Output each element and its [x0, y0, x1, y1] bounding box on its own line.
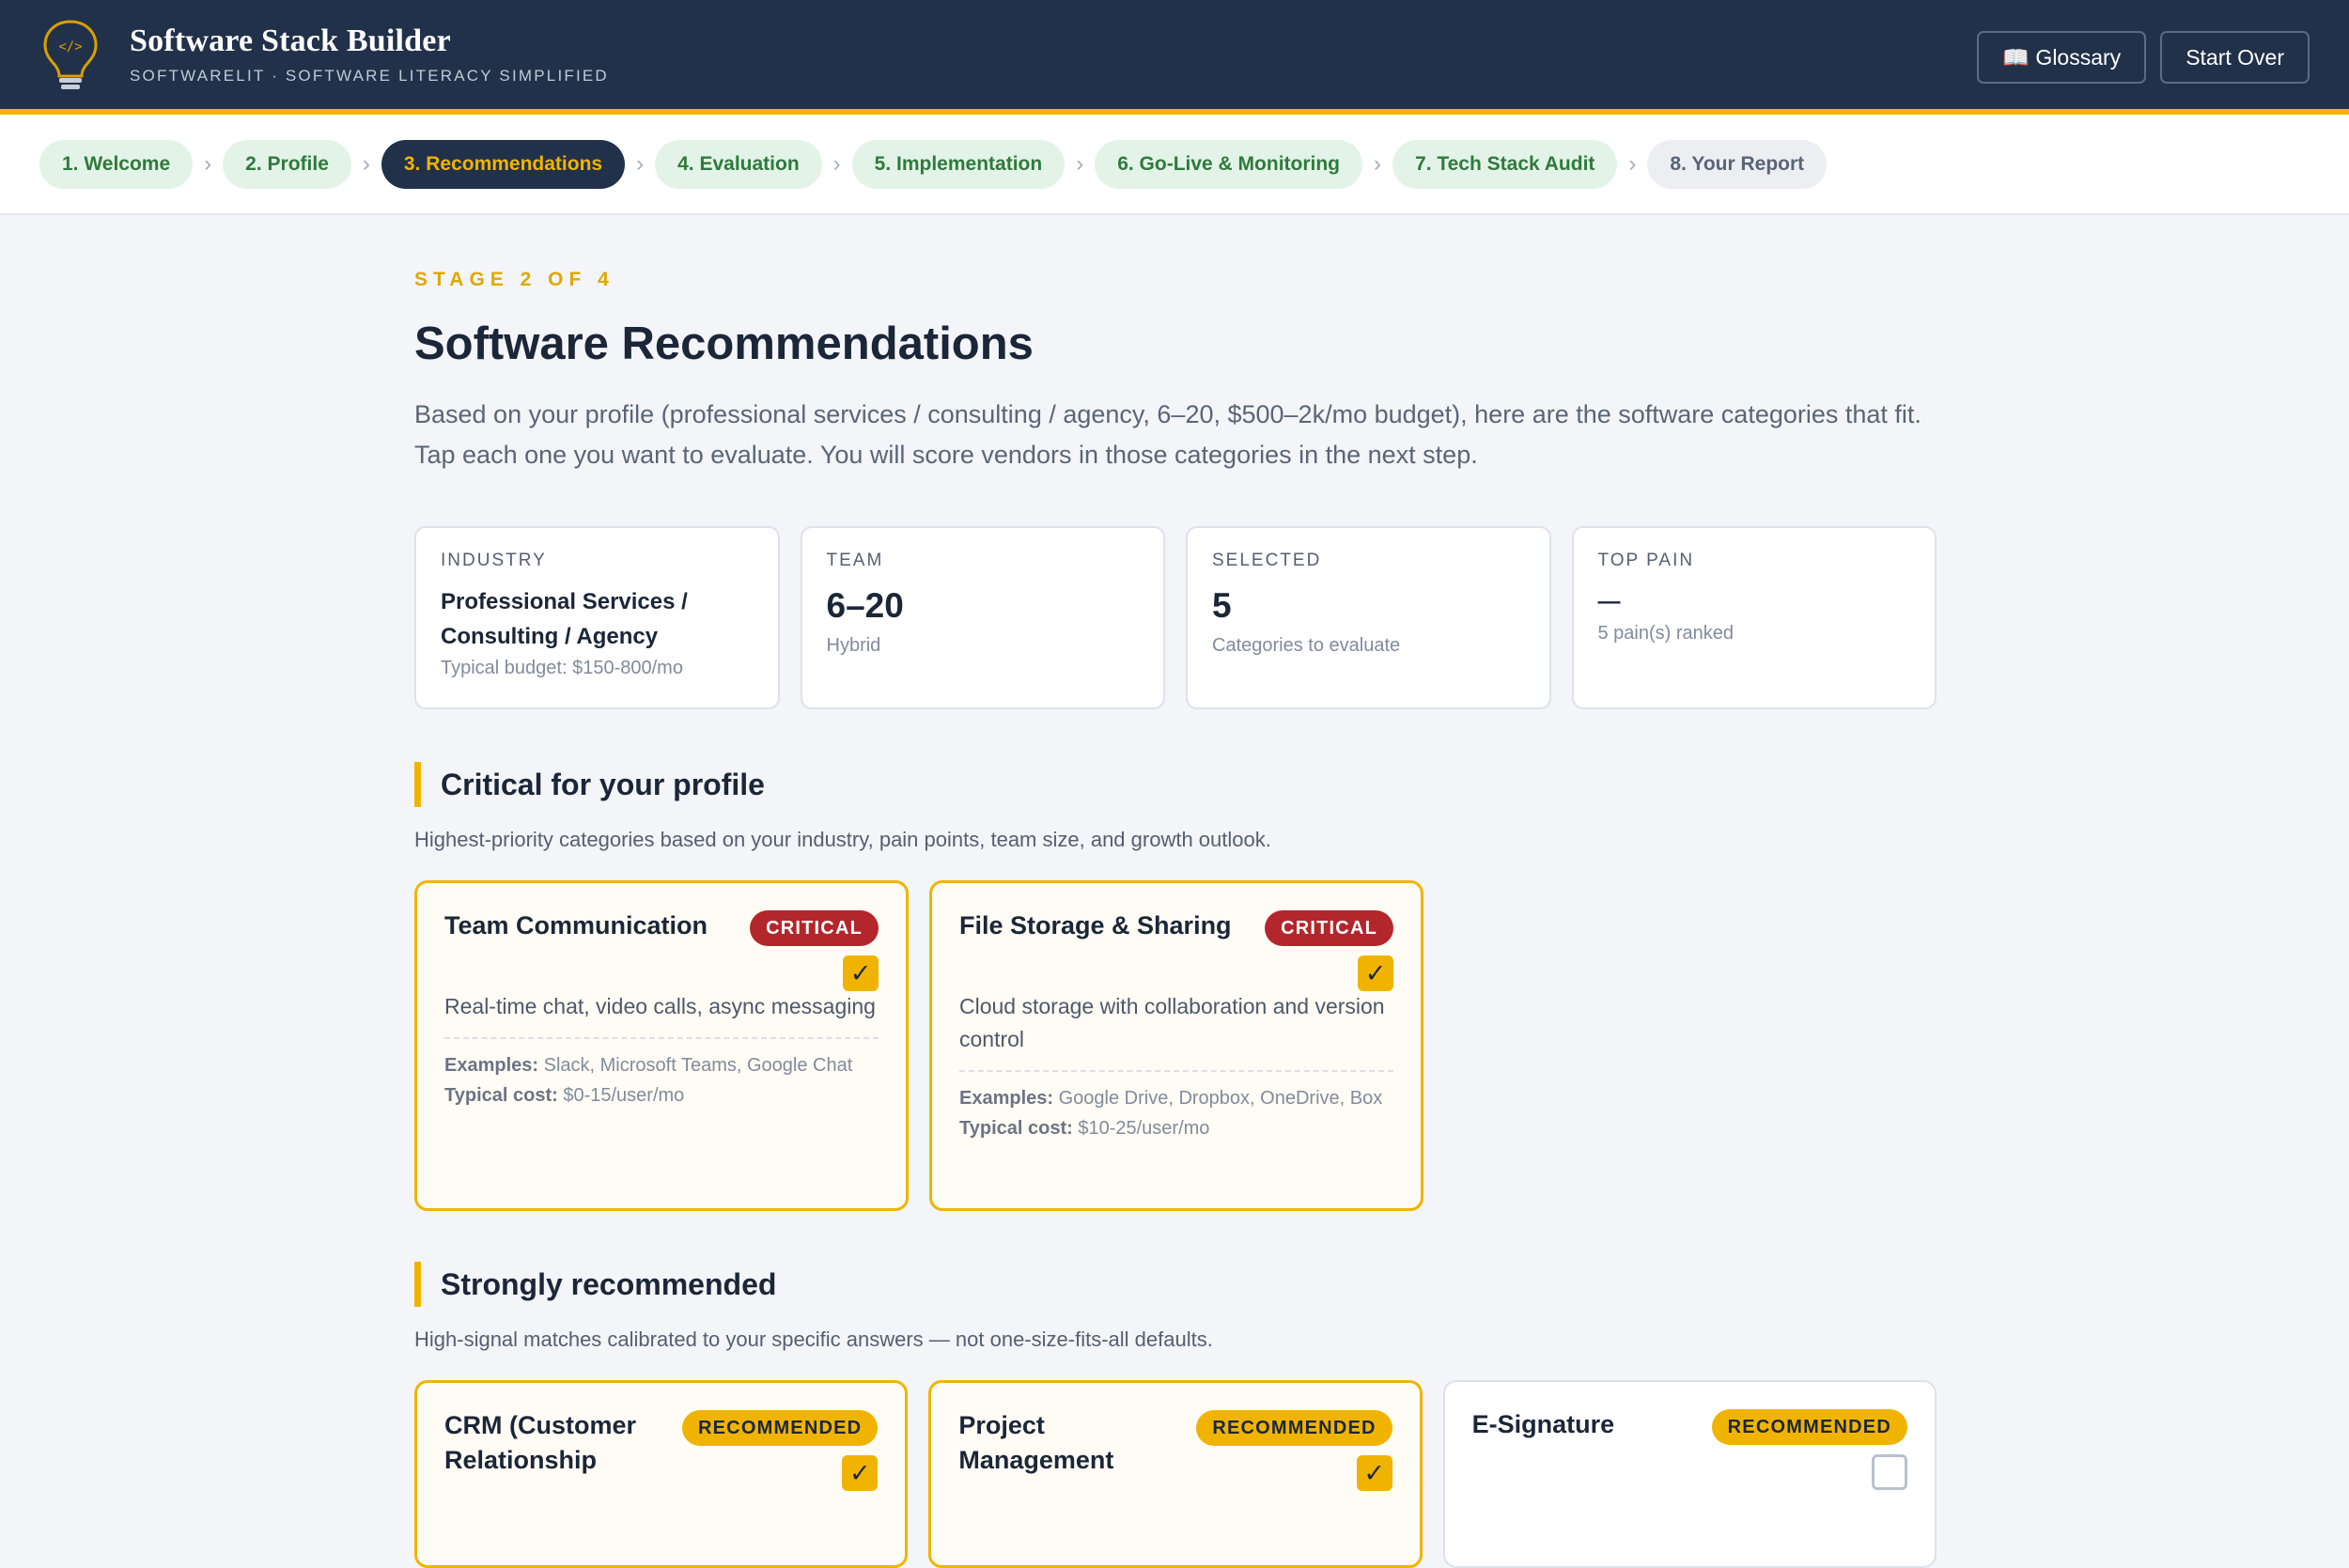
stat-label: TEAM — [826, 551, 884, 570]
section-accent-bar — [414, 762, 421, 807]
step-implementation[interactable]: 5. Implementation — [851, 139, 1066, 189]
category-card-team-communication[interactable]: Team Communication CRITICAL ✓ Real-time … — [414, 880, 909, 1211]
stat-sub: Typical budget: $150-800/mo — [441, 658, 683, 678]
chevron-right-icon: › — [362, 150, 370, 177]
cost-label: Typical cost: — [444, 1085, 558, 1106]
checkmark-icon[interactable]: ✓ — [843, 955, 879, 991]
card-title: File Storage & Sharing — [959, 911, 1232, 939]
checkmark-icon[interactable]: ✓ — [1358, 955, 1393, 991]
section-critical: Critical for your profile — [414, 762, 1937, 807]
main-content: STAGE 2 OF 4 Software Recommendations Ba… — [414, 269, 1937, 1568]
chevron-right-icon: › — [1076, 150, 1084, 177]
progress-stepper: 1. Welcome › 2. Profile › 3. Recommendat… — [0, 115, 2349, 215]
card-title: Team Communication — [444, 911, 708, 939]
checkmark-icon[interactable]: ✓ — [842, 1455, 879, 1491]
stat-sub: 5 pain(s) ranked — [1597, 623, 1735, 644]
stat-value: 5 — [1212, 586, 1232, 625]
step-evaluation[interactable]: 4. Evaluation — [655, 139, 822, 189]
stat-label: SELECTED — [1212, 551, 1322, 570]
examples-label: Examples: — [444, 1055, 539, 1076]
step-recommendations[interactable]: 3. Recommendations — [381, 139, 626, 189]
brand: Software Stack Builder SOFTWARELIT · SOF… — [130, 23, 609, 85]
chevron-right-icon: › — [1628, 150, 1637, 177]
step-profile[interactable]: 2. Profile — [223, 139, 351, 189]
cost-label: Typical cost: — [959, 1118, 1073, 1139]
card-description: Cloud storage with collaboration and ver… — [959, 990, 1393, 1072]
chevron-right-icon: › — [204, 150, 212, 177]
chevron-right-icon: › — [832, 150, 841, 177]
profile-summary: INDUSTRY Professional Services / Consult… — [414, 526, 1937, 709]
svg-text:</>: </> — [58, 39, 82, 54]
examples-value: Slack, Microsoft Teams, Google Chat — [543, 1055, 853, 1076]
recommended-badge: RECOMMENDED — [1711, 1409, 1907, 1445]
app-header: </> Software Stack Builder SOFTWARELIT ·… — [0, 0, 2349, 115]
step-welcome[interactable]: 1. Welcome — [39, 139, 194, 189]
stat-label: TOP PAIN — [1597, 551, 1695, 570]
chevron-right-icon: › — [1374, 150, 1382, 177]
stat-sub: Categories to evaluate — [1212, 635, 1401, 656]
step-go-live[interactable]: 6. Go-Live & Monitoring — [1095, 139, 1363, 189]
examples-value: Google Drive, Dropbox, OneDrive, Box — [1058, 1088, 1383, 1109]
section-title: Critical for your profile — [441, 767, 765, 801]
stat-selected: SELECTED 5 Categories to evaluate — [1186, 526, 1551, 709]
card-title: Project Management — [958, 1411, 1114, 1474]
recommended-badge: RECOMMENDED — [1196, 1410, 1392, 1446]
card-meta: Examples: Slack, Microsoft Teams, Google… — [444, 1050, 879, 1110]
stat-value: — — [1597, 589, 1621, 614]
critical-badge: CRITICAL — [750, 910, 879, 946]
chevron-right-icon: › — [636, 150, 645, 177]
step-your-report[interactable]: 8. Your Report — [1647, 139, 1828, 189]
stat-industry: INDUSTRY Professional Services / Consult… — [414, 526, 780, 709]
start-over-button[interactable]: Start Over — [2160, 31, 2310, 84]
card-description: Real-time chat, video calls, async messa… — [444, 990, 879, 1039]
cost-value: $0-15/user/mo — [563, 1085, 685, 1106]
section-recommended: Strongly recommended — [414, 1262, 1937, 1307]
critical-cards: Team Communication CRITICAL ✓ Real-time … — [414, 880, 1937, 1211]
checkbox-unchecked[interactable] — [1871, 1454, 1907, 1490]
header-actions: 📖 Glossary Start Over — [1977, 31, 2310, 84]
stat-value: Professional Services / Consulting / Age… — [441, 589, 688, 649]
lightbulb-code-icon: </> — [43, 20, 98, 89]
recommended-badge: RECOMMENDED — [682, 1410, 879, 1446]
category-card-crm[interactable]: CRM (Customer Relationship RECOMMENDED ✓ — [414, 1380, 909, 1568]
stage-label: STAGE 2 OF 4 — [414, 269, 614, 290]
section-accent-bar — [414, 1262, 421, 1307]
cost-value: $10-25/user/mo — [1078, 1118, 1210, 1139]
stat-label: INDUSTRY — [441, 551, 547, 570]
category-card-e-signature[interactable]: E-Signature RECOMMENDED — [1442, 1380, 1937, 1568]
page-intro: Based on your profile (professional serv… — [414, 400, 1921, 469]
examples-label: Examples: — [959, 1088, 1054, 1109]
stat-sub: Hybrid — [826, 635, 881, 656]
category-card-file-storage[interactable]: File Storage & Sharing CRITICAL ✓ Cloud … — [929, 880, 1423, 1211]
critical-badge: CRITICAL — [1265, 910, 1393, 946]
section-description: Highest-priority categories based on you… — [414, 828, 1271, 851]
card-meta: Examples: Google Drive, Dropbox, OneDriv… — [959, 1083, 1393, 1143]
app-title: Software Stack Builder — [130, 23, 451, 58]
stat-team: TEAM 6–20 Hybrid — [800, 526, 1165, 709]
section-title: Strongly recommended — [441, 1266, 777, 1301]
stat-value: 6–20 — [826, 586, 904, 625]
category-card-project-management[interactable]: Project Management RECOMMENDED ✓ — [928, 1380, 1423, 1568]
checkmark-icon[interactable]: ✓ — [1356, 1455, 1392, 1491]
stat-top-pain: TOP PAIN — 5 pain(s) ranked — [1571, 526, 1937, 709]
step-tech-stack-audit[interactable]: 7. Tech Stack Audit — [1392, 139, 1618, 189]
page-title: Software Recommendations — [414, 318, 1034, 369]
app-subtitle: SOFTWARELIT · SOFTWARE LITERACY SIMPLIFI… — [130, 67, 609, 85]
glossary-button[interactable]: 📖 Glossary — [1977, 31, 2147, 84]
recommended-cards: CRM (Customer Relationship RECOMMENDED ✓… — [414, 1380, 1937, 1568]
section-description: High-signal matches calibrated to your s… — [414, 1327, 1213, 1351]
